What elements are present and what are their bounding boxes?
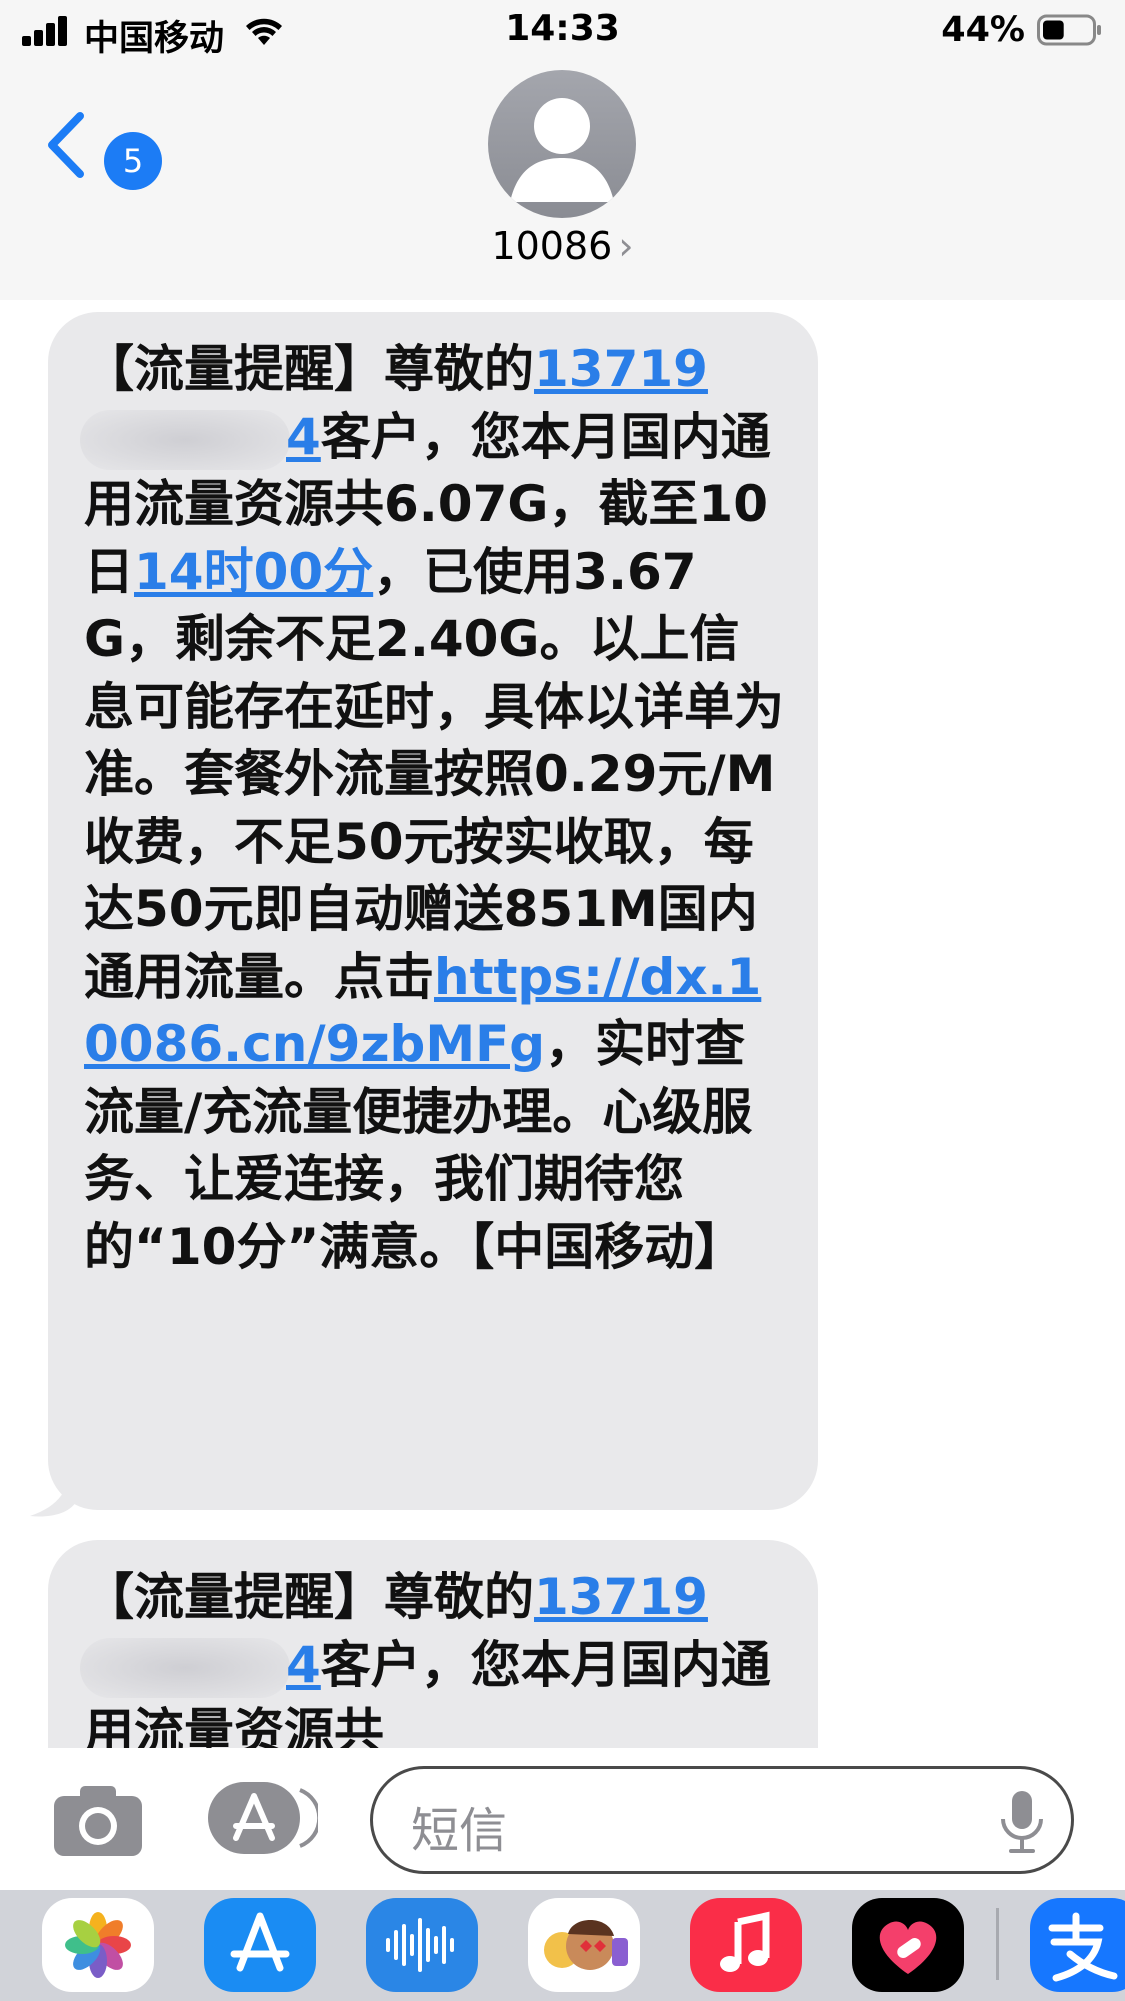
contact-name-button[interactable]: 10086 › xyxy=(0,224,1125,268)
back-button[interactable]: 5 xyxy=(44,110,164,190)
message-text: 【流量提醒】尊敬的137194客户，您本月国内通用流量资源共 xyxy=(80,1564,784,1748)
message-bubble[interactable]: 【流量提醒】尊敬的137194客户，您本月国内通用流量资源共 xyxy=(48,1540,818,1748)
chevron-right-icon: › xyxy=(618,224,634,268)
drawer-separator xyxy=(996,1908,999,1980)
message-input-placeholder: 短信 xyxy=(411,1803,508,1859)
message-input[interactable]: 短信 xyxy=(370,1766,1074,1874)
time-link[interactable]: 14时00分 xyxy=(134,543,373,601)
battery-icon xyxy=(1037,14,1101,46)
person-icon xyxy=(510,98,614,202)
battery-percentage: 44% xyxy=(941,10,1025,50)
contact-name: 10086 xyxy=(491,224,613,268)
status-bar: 中国移动 14:33 44% xyxy=(0,0,1125,62)
app-store-icon[interactable] xyxy=(206,1780,318,1856)
alipay-icon[interactable] xyxy=(1030,1898,1125,1992)
unread-count-badge: 5 xyxy=(104,132,162,190)
app-store-icon[interactable] xyxy=(204,1898,316,1992)
message-text: 【流量提醒】尊敬的137194客户，您本月国内通用流量资源共6.07G，截至10… xyxy=(80,336,784,1281)
message-bubble[interactable]: 【流量提醒】尊敬的137194客户，您本月国内通用流量资源共6.07G，截至10… xyxy=(48,312,818,1510)
message-list[interactable]: 【流量提醒】尊敬的137194客户，您本月国内通用流量资源共6.07G，截至10… xyxy=(0,300,1125,1748)
redaction-blur xyxy=(80,1638,290,1698)
redaction-blur xyxy=(80,410,290,470)
digital-touch-icon[interactable] xyxy=(852,1898,964,1992)
compose-bar: 短信 xyxy=(0,1748,1125,1890)
conversation-header: 5 10086 › xyxy=(0,62,1125,302)
microphone-icon[interactable] xyxy=(997,1789,1047,1855)
chevron-left-icon xyxy=(48,112,84,178)
camera-icon[interactable] xyxy=(52,1782,144,1858)
audio-message-icon[interactable] xyxy=(366,1898,478,1992)
imessage-app-drawer xyxy=(0,1890,1125,2001)
contact-avatar[interactable] xyxy=(488,70,636,218)
bubble-tail xyxy=(30,1466,76,1517)
music-icon[interactable] xyxy=(690,1898,802,1992)
photos-icon[interactable] xyxy=(42,1898,154,1992)
memoji-icon[interactable] xyxy=(528,1898,640,1992)
